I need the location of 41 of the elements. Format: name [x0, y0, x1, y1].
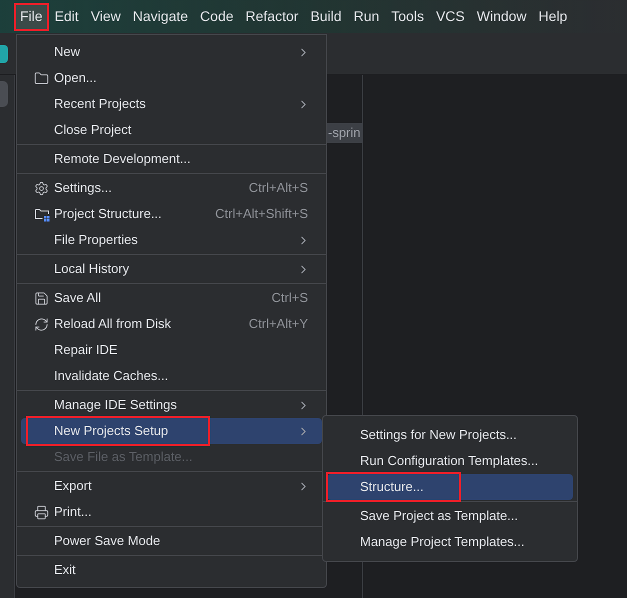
- menu-item[interactable]: Save All Ctrl+S: [21, 285, 322, 311]
- menu-item[interactable]: Export: [21, 473, 322, 499]
- menu-bar-item[interactable]: Window: [470, 2, 533, 30]
- folder-grid-icon: [34, 206, 50, 222]
- menu-item[interactable]: Run Configuration Templates...: [327, 448, 573, 474]
- menu-item[interactable]: Settings... Ctrl+Alt+S: [21, 175, 322, 201]
- menu-item[interactable]: Print...: [21, 499, 322, 525]
- menu-bar-item[interactable]: Navigate: [126, 2, 194, 30]
- menu-item[interactable]: Local History: [21, 256, 322, 282]
- menu-item[interactable]: Invalidate Caches...: [21, 363, 322, 389]
- menu-item[interactable]: Close Project: [21, 117, 322, 143]
- menu-item[interactable]: File Properties: [21, 227, 322, 253]
- menu-bar-item[interactable]: Help: [532, 2, 574, 30]
- settings-icon: [34, 180, 49, 196]
- menu-bar-item[interactable]: Edit: [48, 2, 85, 30]
- menu-bar-item[interactable]: VCS: [430, 2, 471, 30]
- menu-bar-item[interactable]: Run: [348, 2, 386, 30]
- menu-bar-item[interactable]: View: [84, 2, 127, 30]
- menu-item[interactable]: Manage IDE Settings: [21, 392, 322, 418]
- editor-tab-text: -sprin: [326, 123, 363, 143]
- menu-bar-item[interactable]: Build: [304, 2, 348, 30]
- menu-item[interactable]: Repair IDE: [21, 337, 322, 363]
- menu-item[interactable]: Recent Projects: [21, 91, 322, 117]
- menu-bar-item[interactable]: Code: [194, 2, 240, 30]
- menu-item[interactable]: Reload All from Disk Ctrl+Alt+Y: [21, 311, 322, 337]
- menu-item[interactable]: Project Structure... Ctrl+Alt+Shift+S: [21, 201, 322, 227]
- reload-icon: [34, 316, 49, 332]
- menu-bar-item[interactable]: Refactor: [240, 2, 304, 30]
- menu-item[interactable]: Save Project as Template...: [327, 503, 573, 529]
- printer-icon: [34, 504, 49, 520]
- folder-icon: [34, 70, 49, 86]
- menu-item[interactable]: Manage Project Templates...: [327, 529, 573, 555]
- menu-item[interactable]: Settings for New Projects...: [327, 422, 573, 448]
- menu-item[interactable]: Power Save Mode: [21, 528, 322, 554]
- menu-item[interactable]: Remote Development...: [21, 146, 322, 172]
- menu-item[interactable]: Open...: [21, 65, 322, 91]
- menu-item[interactable]: Exit: [21, 557, 322, 583]
- menu-item[interactable]: New Projects Setup: [21, 418, 322, 444]
- menu-item[interactable]: Structure...: [327, 474, 573, 500]
- menu-bar-item[interactable]: Tools: [385, 2, 430, 30]
- project-badge-icon[interactable]: [0, 44, 8, 62]
